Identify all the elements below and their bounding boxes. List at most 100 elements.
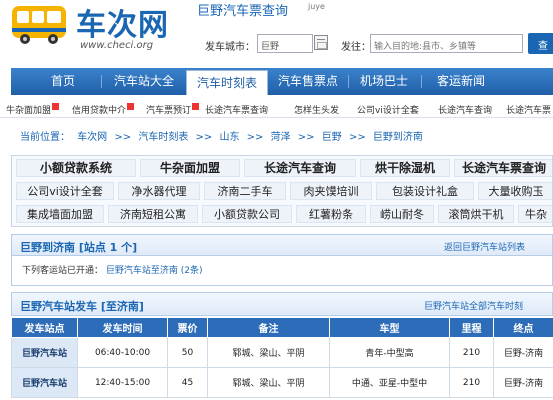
new-badge-icon	[127, 103, 135, 110]
subnav-link[interactable]: 公司vi设计全套	[357, 103, 419, 116]
breadcrumb-item[interactable]: 巨野到济南	[373, 132, 423, 143]
ad-link[interactable]: 长途汽车票查询	[454, 159, 552, 177]
nav-home[interactable]: 首页	[33, 68, 93, 95]
col-header: 车型	[329, 317, 450, 338]
schedule-panel-header: 巨野汽车站发车 [至济南] 巨野汽车站全部汽车时刻	[11, 292, 553, 316]
ad-link[interactable]: 公司vi设计全套	[16, 182, 114, 200]
ad-link[interactable]: 烘干除湿机	[360, 159, 450, 177]
terminal-cell: 巨野-济南	[493, 337, 553, 368]
breadcrumb-item[interactable]: 山东	[219, 132, 239, 143]
ad-link[interactable]: 济南二手车	[204, 182, 286, 200]
distance-cell: 210	[449, 337, 494, 368]
all-schedules-link[interactable]: 巨野汽车站全部汽车时刻	[424, 299, 523, 312]
breadcrumb-prefix: 当前位置：	[20, 132, 70, 143]
subnav-link[interactable]: 怎样生头发	[294, 103, 339, 116]
ad-link[interactable]: 净水器代理	[118, 182, 200, 200]
nav-airport-bus[interactable]: 机场巴士	[351, 68, 417, 95]
station-cell[interactable]: 巨野汽车站	[11, 367, 78, 398]
nav-bus-stations[interactable]: 汽车站大全	[105, 68, 183, 95]
time-cell: 06:40-10:00	[77, 337, 168, 368]
route-info-prefix: 下列客运站已开通：	[22, 266, 104, 276]
breadcrumb-item[interactable]: 巨野	[322, 132, 342, 143]
logo-text[interactable]: 车次网	[76, 0, 169, 44]
breadcrumb-separator: >>	[246, 132, 264, 143]
table-row: 巨野汽车站 12:40-15:00 45 郓城、梁山、平阴 中通、亚星-中型中 …	[11, 367, 553, 398]
ad-row: 小额贷款系统 牛杂面加盟 长途汽车查询 烘干除湿机 长途汽车票查询	[12, 156, 552, 180]
schedule-table: 发车站点 发车时间 票价 备注 车型 里程 终点 巨野汽车站 06:40-10:…	[11, 317, 553, 398]
breadcrumb-item[interactable]: 车次网	[77, 132, 107, 143]
ad-link[interactable]: 牛杂面加盟	[140, 159, 240, 177]
subnav-link[interactable]: 长途汽车票查询	[205, 103, 268, 116]
ad-link[interactable]: 大量收购玉	[478, 182, 552, 200]
col-header: 票价	[167, 317, 208, 338]
table-header-row: 发车站点 发车时间 票价 备注 车型 里程 终点	[11, 317, 553, 338]
city-picker-icon[interactable]	[314, 35, 328, 50]
ad-link[interactable]: 小额贷款公司	[202, 205, 292, 223]
main-nav: 首页 汽车站大全 汽车时刻表 汽车售票点 机场巴士 客运新闻	[11, 68, 553, 95]
origin-label: 发车城市：	[205, 42, 255, 53]
distance-cell: 210	[449, 367, 494, 398]
route-panel-header: 巨野到济南 [站点 1 个] 返回巨野汽车站列表	[11, 234, 553, 256]
ad-link[interactable]: 崂山耐冬	[370, 205, 434, 223]
destination-input[interactable]: 输入目的地:县市、乡镇等	[370, 34, 523, 53]
col-header: 发车站点	[11, 317, 78, 338]
subnav-link[interactable]: 牛杂面加盟	[6, 103, 60, 116]
table-row: 巨野汽车站 06:40-10:00 50 郓城、梁山、平阴 青年-中型高 210…	[11, 337, 553, 368]
col-header: 备注	[207, 317, 330, 338]
ad-row: 公司vi设计全套 净水器代理 济南二手车 肉夹馍培训 包装设计礼盒 大量收购玉	[12, 179, 552, 203]
page-site-title: 巨野汽车票查询	[197, 4, 289, 19]
breadcrumb-item[interactable]: 汽车时刻表	[138, 132, 188, 143]
logo-url: www.checi.org	[80, 40, 154, 51]
price-cell: 45	[167, 367, 208, 398]
new-badge-icon	[52, 103, 60, 110]
route-panel-body: 下列客运站已开通： 巨野汽车站至济南 (2条)	[11, 256, 553, 286]
nav-bus-schedule[interactable]: 汽车时刻表	[186, 70, 268, 95]
subnav-link[interactable]: 信用贷款中介	[72, 103, 135, 116]
vehicle-type-cell: 中通、亚星-中型中	[329, 367, 450, 398]
breadcrumb-separator: >>	[348, 132, 366, 143]
note-cell: 郓城、梁山、平阴	[207, 367, 330, 398]
subnav-label: 牛杂面加盟	[6, 106, 52, 116]
breadcrumb-item[interactable]: 菏泽	[271, 132, 291, 143]
ad-link[interactable]: 滚筒烘干机	[438, 205, 514, 223]
vehicle-type-cell: 青年-中型高	[329, 337, 450, 368]
ad-link[interactable]: 红薯粉条	[296, 205, 366, 223]
time-cell: 12:40-15:00	[77, 367, 168, 398]
route-count: (2条)	[180, 266, 203, 276]
terminal-cell: 巨野-济南	[493, 367, 553, 398]
site-header: 车次网 www.checi.org 巨野汽车票查询 juye 发车城市： 巨野 …	[0, 0, 553, 66]
bus-logo-icon[interactable]	[10, 2, 68, 46]
breadcrumb: 当前位置： 车次网 >> 汽车时刻表 >> 山东 >> 菏泽 >> 巨野 >> …	[20, 128, 427, 143]
ad-link[interactable]: 集成墙面加盟	[16, 205, 104, 223]
nav-divider	[348, 75, 349, 88]
ad-link[interactable]: 包装设计礼盒	[376, 182, 474, 200]
nav-passenger-news[interactable]: 客运新闻	[425, 68, 497, 95]
origin-city-input[interactable]: 巨野	[257, 34, 313, 53]
ad-link[interactable]: 济南短租公寓	[108, 205, 198, 223]
dest-label: 发往：	[341, 42, 371, 53]
schedule-panel-title: 巨野汽车站发车 [至济南]	[20, 300, 144, 313]
nav-ticket-outlets[interactable]: 汽车售票点	[271, 68, 345, 95]
subnav-link[interactable]: 汽车票预订	[146, 103, 200, 116]
route-info: 下列客运站已开通： 巨野汽车站至济南 (2条)	[22, 263, 203, 276]
subnav-link[interactable]: 长途汽车查询	[438, 103, 492, 116]
ad-link[interactable]: 肉夹馍培训	[290, 182, 372, 200]
station-cell[interactable]: 巨野汽车站	[11, 337, 78, 368]
station-route-link[interactable]: 巨野汽车站至济南	[106, 266, 178, 276]
ad-link[interactable]: 牛杂	[518, 205, 552, 223]
search-button[interactable]: 查	[528, 33, 553, 54]
subnav-label: 信用贷款中介	[72, 106, 127, 116]
sub-nav: 牛杂面加盟 信用贷款中介 汽车票预订 长途汽车票查询 怎样生头发 公司vi设计全…	[0, 98, 553, 118]
back-to-stations-link[interactable]: 返回巨野汽车站列表	[444, 240, 525, 253]
breadcrumb-separator: >>	[195, 132, 213, 143]
ad-link[interactable]: 长途汽车查询	[244, 159, 356, 177]
ad-links-grid: 小额贷款系统 牛杂面加盟 长途汽车查询 烘干除湿机 长途汽车票查询 公司vi设计…	[11, 155, 553, 227]
subnav-link[interactable]: 长途汽车票	[506, 103, 551, 116]
ad-row: 集成墙面加盟 济南短租公寓 小额贷款公司 红薯粉条 崂山耐冬 滚筒烘干机 牛杂	[12, 202, 552, 226]
col-header: 里程	[449, 317, 494, 338]
ad-link[interactable]: 小额贷款系统	[16, 159, 136, 177]
breadcrumb-separator: >>	[114, 132, 132, 143]
site-title-suffix: juye	[308, 2, 325, 11]
new-badge-icon	[192, 103, 200, 110]
breadcrumb-separator: >>	[297, 132, 315, 143]
